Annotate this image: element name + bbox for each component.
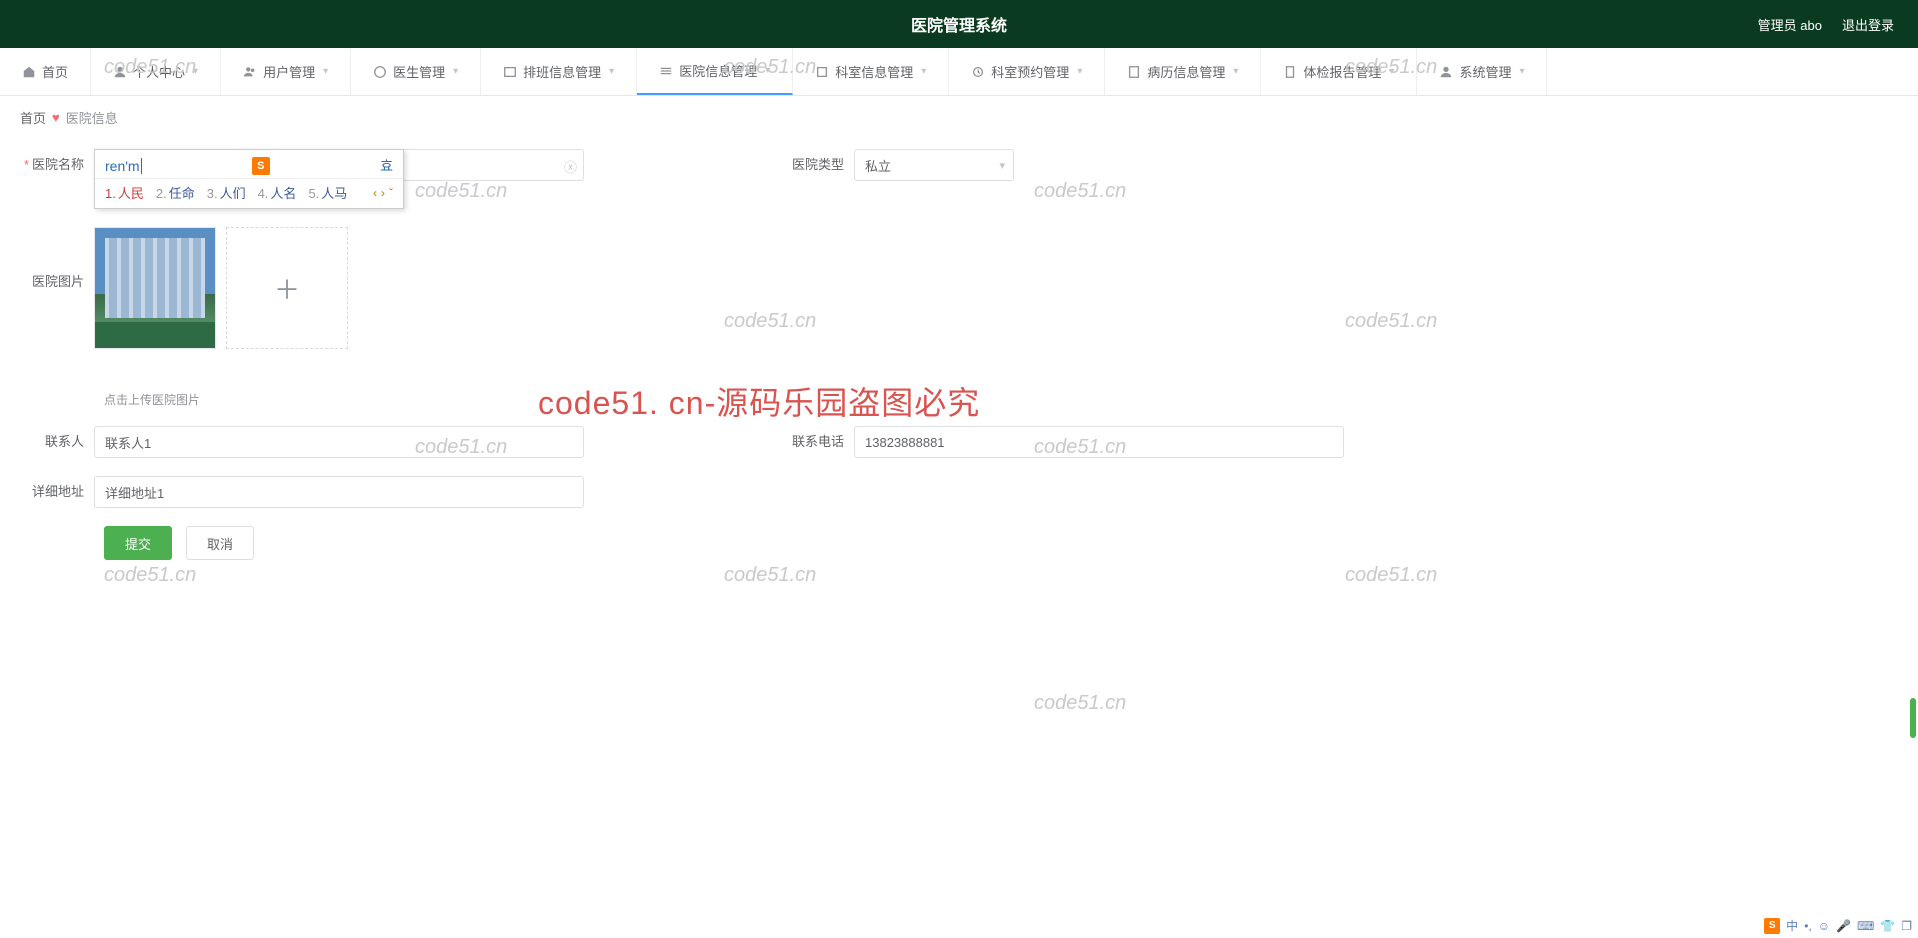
- ime-candidate[interactable]: 1.人民: [105, 183, 144, 202]
- doctor-icon: [373, 65, 387, 79]
- dept-icon: [815, 65, 829, 79]
- chevron-down-icon: ˇ: [389, 186, 393, 200]
- watermark: code51.cn: [1034, 692, 1126, 715]
- chevron-down-icon: ▾: [921, 66, 926, 77]
- system-tray: S 中 •, ☺ 🎤 ⌨ 👕 ❐: [1764, 917, 1912, 934]
- nav-label: 科室预约管理: [991, 62, 1069, 81]
- ime-composition: ren'm: [105, 158, 142, 174]
- clear-icon[interactable]: ⓧ: [564, 157, 577, 176]
- tray-punct-icon[interactable]: •,: [1804, 919, 1812, 933]
- tray-keyboard-icon[interactable]: ⌨: [1857, 919, 1874, 933]
- hospital-type-select[interactable]: 私立 ▾: [854, 149, 1014, 181]
- chevron-down-icon: ▾: [1233, 66, 1238, 77]
- record-icon: [1127, 65, 1141, 79]
- contact-input[interactable]: [94, 426, 584, 458]
- chevron-down-icon: ▾: [323, 66, 328, 77]
- chevron-down-icon: ▾: [193, 66, 198, 77]
- chevron-down-icon: ▾: [1389, 66, 1394, 77]
- chevron-down-icon: ▾: [1077, 66, 1082, 77]
- submit-button[interactable]: 提交: [104, 526, 172, 560]
- home-icon: [22, 65, 36, 79]
- sogou-tray-icon[interactable]: S: [1764, 918, 1780, 934]
- user-icon: [113, 65, 127, 79]
- ime-candidate[interactable]: 5.人马: [308, 183, 347, 202]
- nav-report[interactable]: 体检报告管理 ▾: [1261, 48, 1417, 95]
- chevron-down-icon: ▾: [765, 65, 770, 76]
- contact-label: 联系人: [14, 426, 94, 458]
- nav-hospital[interactable]: 医院信息管理 ▾: [637, 48, 793, 95]
- logout-link[interactable]: 退出登录: [1842, 15, 1894, 34]
- lang-indicator[interactable]: 中: [1786, 917, 1798, 934]
- ime-candidate[interactable]: 3.人们: [207, 183, 246, 202]
- upload-hint: 点击上传医院图片: [104, 391, 200, 408]
- breadcrumb-home[interactable]: 首页: [20, 108, 46, 127]
- users-icon: [243, 65, 257, 79]
- nav-label: 医生管理: [393, 62, 445, 81]
- app-header: 医院管理系统 管理员 abo 退出登录: [0, 0, 1918, 48]
- cancel-button[interactable]: 取消: [186, 526, 254, 560]
- nav-doctors[interactable]: 医生管理 ▾: [351, 48, 481, 95]
- nav-schedule[interactable]: 排班信息管理 ▾: [481, 48, 637, 95]
- appt-icon: [971, 65, 985, 79]
- chevron-down-icon: ▾: [999, 159, 1005, 172]
- sogou-logo-icon: S: [252, 157, 270, 175]
- tray-toolbox-icon[interactable]: ❐: [1901, 919, 1912, 933]
- heart-icon: ♥: [52, 110, 60, 125]
- nav-label: 体检报告管理: [1303, 62, 1381, 81]
- tray-mic-icon[interactable]: 🎤: [1836, 919, 1851, 933]
- main-nav: 首页 个人中心 ▾ 用户管理 ▾ 医生管理 ▾ 排班信息管理 ▾ 医院信息管理 …: [0, 48, 1918, 96]
- chevron-right-icon: ›: [381, 186, 385, 200]
- schedule-icon: [503, 65, 517, 79]
- nav-label: 用户管理: [263, 62, 315, 81]
- nav-records[interactable]: 病历信息管理 ▾: [1105, 48, 1261, 95]
- chevron-down-icon: ▾: [453, 66, 458, 77]
- nav-label: 首页: [42, 62, 68, 81]
- report-icon: [1283, 65, 1297, 79]
- chevron-down-icon: ▾: [609, 66, 614, 77]
- nav-label: 系统管理: [1459, 62, 1511, 81]
- system-icon: [1439, 65, 1453, 79]
- nav-label: 病历信息管理: [1147, 62, 1225, 81]
- nav-department[interactable]: 科室信息管理 ▾: [793, 48, 949, 95]
- type-label: 医院类型: [774, 149, 854, 181]
- scrollbar-thumb[interactable]: [1910, 698, 1916, 738]
- upload-add-button[interactable]: ＋: [226, 227, 348, 349]
- image-label: 医院图片: [14, 221, 94, 349]
- address-label: 详细地址: [14, 476, 94, 508]
- address-input[interactable]: [94, 476, 584, 508]
- header-right: 管理员 abo 退出登录: [1758, 15, 1894, 34]
- hospital-form: *医院名称 ⓧ ren'm S 효 1.人民 2.任命 3.人们 4.人名 5.…: [0, 139, 1918, 600]
- chevron-down-icon: ▾: [1519, 66, 1524, 77]
- nav-users[interactable]: 用户管理 ▾: [221, 48, 351, 95]
- app-title: 医院管理系统: [911, 12, 1007, 36]
- nav-home[interactable]: 首页: [0, 48, 91, 95]
- nav-label: 排班信息管理: [523, 62, 601, 81]
- nav-appointment[interactable]: 科室预约管理 ▾: [949, 48, 1105, 95]
- hospital-image-thumb[interactable]: [94, 227, 216, 349]
- breadcrumb: 首页 ♥ 医院信息: [0, 96, 1918, 139]
- tray-emoji-icon[interactable]: ☺: [1818, 919, 1830, 933]
- tray-skin-icon[interactable]: 👕: [1880, 919, 1895, 933]
- nav-profile[interactable]: 个人中心 ▾: [91, 48, 221, 95]
- ime-candidate[interactable]: 2.任命: [156, 183, 195, 202]
- nav-label: 医院信息管理: [679, 61, 757, 80]
- select-value: 私立: [865, 156, 891, 175]
- breadcrumb-current: 医院信息: [66, 108, 118, 127]
- phone-input[interactable]: [854, 426, 1344, 458]
- nav-label: 个人中心: [133, 62, 185, 81]
- ime-candidate[interactable]: 4.人名: [258, 183, 297, 202]
- chevron-left-icon: ‹: [373, 186, 377, 200]
- name-label: *医院名称: [14, 149, 94, 181]
- hospital-icon: [659, 64, 673, 78]
- user-label[interactable]: 管理员 abo: [1758, 15, 1822, 34]
- ime-pager[interactable]: ‹ › ˇ: [373, 186, 393, 200]
- phone-label: 联系电话: [774, 426, 854, 458]
- ime-panel: ren'm S 효 1.人民 2.任命 3.人们 4.人名 5.人马 ‹›ˇ: [94, 149, 404, 209]
- nav-system[interactable]: 系统管理 ▾: [1417, 48, 1547, 95]
- nav-label: 科室信息管理: [835, 62, 913, 81]
